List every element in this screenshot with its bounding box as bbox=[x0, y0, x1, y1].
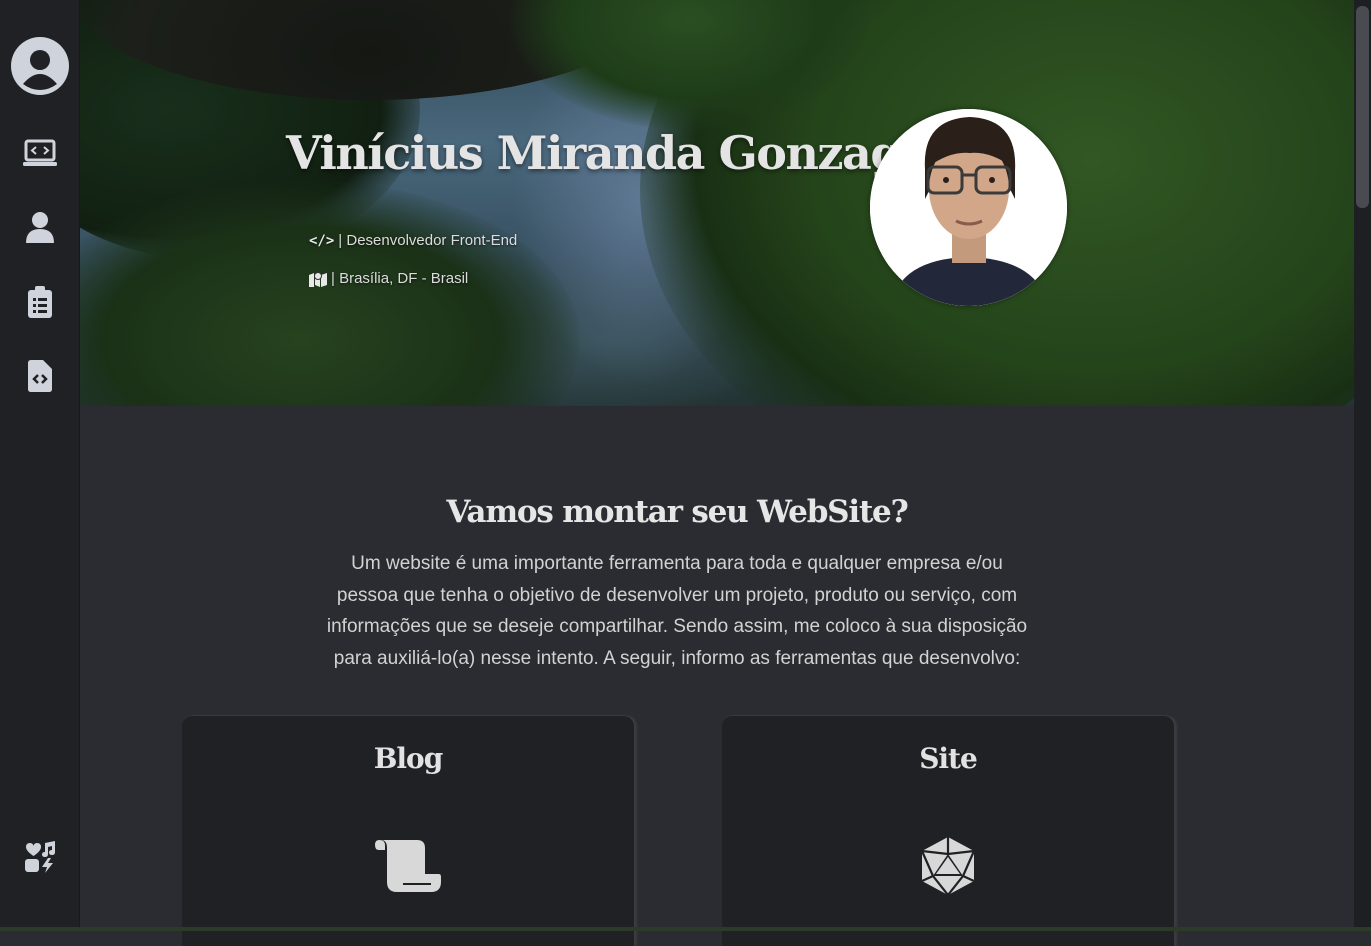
intro-paragraph: Um website é uma importante ferramenta p… bbox=[310, 548, 1044, 674]
sidebar-item-code[interactable] bbox=[0, 358, 80, 394]
bottom-edge bbox=[0, 927, 1371, 931]
laptop-code-icon bbox=[23, 139, 57, 166]
sidebar-item-about[interactable] bbox=[0, 210, 80, 244]
service-card-blog[interactable]: Blog bbox=[182, 716, 634, 946]
scrollbar-thumb[interactable] bbox=[1356, 6, 1369, 208]
role-line: </> | Desenvolvedor Front-End bbox=[309, 232, 517, 249]
sidebar-item-extras[interactable] bbox=[0, 838, 80, 876]
hero-shade bbox=[80, 0, 1354, 406]
profile-avatar-icon bbox=[11, 37, 69, 95]
card-title: Site bbox=[919, 742, 978, 775]
code-icon: </> bbox=[309, 232, 335, 249]
d20-dice-icon bbox=[920, 837, 976, 896]
scroll-icon bbox=[375, 840, 441, 892]
profile-photo bbox=[870, 109, 1067, 306]
hero-banner: Vinícius Miranda Gonzaga </> | Desenvolv… bbox=[80, 0, 1354, 406]
icons-shapes-icon bbox=[25, 841, 55, 873]
service-card-site[interactable]: Site bbox=[722, 716, 1174, 946]
sidebar-item-projects[interactable] bbox=[0, 136, 80, 170]
intro-line: pessoa que tenha o objetivo de desenvolv… bbox=[336, 584, 1018, 606]
intro-line: informações que se deseje compartilhar. … bbox=[326, 616, 1028, 637]
intro-line: Um website é uma importante ferramenta p… bbox=[351, 553, 1003, 574]
profile-photo-portrait bbox=[870, 109, 1067, 306]
clipboard-list-icon bbox=[28, 286, 52, 318]
section-title: Vamos montar seu WebSite? bbox=[446, 494, 908, 530]
sidebar-item-resume[interactable] bbox=[0, 284, 80, 320]
location-line: | Brasília, DF - Brasil bbox=[309, 270, 468, 287]
profile-avatar-button[interactable] bbox=[0, 34, 80, 98]
card-title: Blog bbox=[373, 742, 444, 775]
location-text: | Brasília, DF - Brasil bbox=[331, 270, 469, 287]
page-title: Vinícius Miranda Gonzaga bbox=[286, 126, 931, 180]
file-code-icon bbox=[28, 360, 52, 392]
user-icon bbox=[26, 212, 54, 243]
role-text: | Desenvolvedor Front-End bbox=[338, 232, 518, 249]
intro-line: para auxiliá-lo(a) nesse intento. A segu… bbox=[333, 647, 1021, 669]
sidebar bbox=[0, 0, 80, 931]
map-location-icon bbox=[309, 271, 327, 287]
